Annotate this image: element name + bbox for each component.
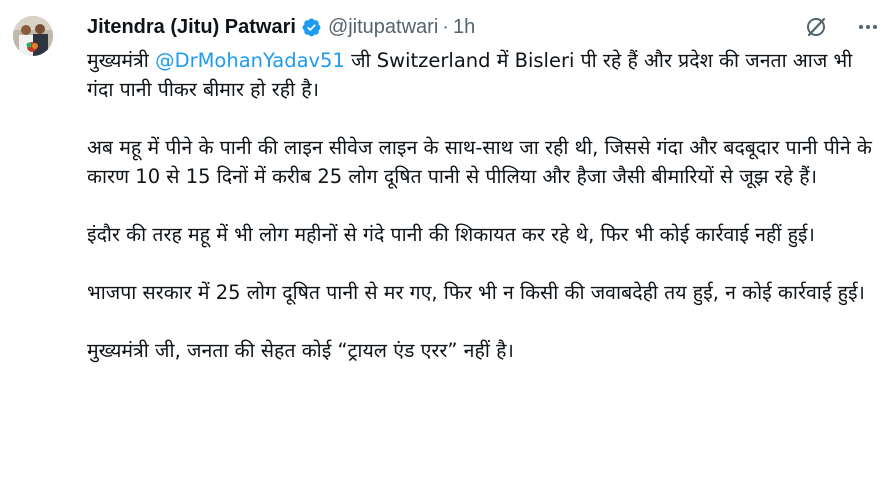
grok-icon[interactable] — [803, 14, 829, 40]
tweet-text: मुख्यमंत्री @DrMohanYadav51 जी Switzerla… — [87, 46, 877, 394]
tweet-paragraph-3: इंदौर की तरह महू में भी लोग महीनों से गं… — [87, 223, 815, 246]
header-separator: · — [442, 15, 449, 38]
display-name[interactable]: Jitendra (Jitu) Patwari — [87, 16, 296, 39]
tweet-header: Jitendra (Jitu) Patwari @jitupatwari · 1… — [87, 13, 475, 41]
more-dots-icon[interactable] — [855, 14, 881, 40]
p1-text-pre: मुख्यमंत्री — [87, 49, 156, 72]
mention-link[interactable]: @DrMohanYadav51 — [155, 49, 345, 72]
tweet: Jitendra (Jitu) Patwari @jitupatwari · 1… — [0, 0, 891, 487]
verified-badge-icon — [301, 17, 322, 38]
tweet-paragraph-1: मुख्यमंत्री @DrMohanYadav51 जी Switzerla… — [87, 46, 877, 104]
tweet-paragraph-4: भाजपा सरकार में 25 लोग दूषित पानी से मर … — [87, 281, 865, 304]
avatar[interactable] — [13, 16, 53, 56]
user-handle[interactable]: @jitupatwari — [328, 16, 438, 39]
tweet-paragraph-5: मुख्यमंत्री जी, जनता की सेहत कोई “ट्रायल… — [87, 339, 514, 362]
timestamp[interactable]: 1h — [453, 16, 475, 39]
tweet-actions — [803, 14, 881, 40]
tweet-paragraph-2: अब महू में पीने के पानी की लाइन सीवेज ला… — [87, 136, 872, 188]
